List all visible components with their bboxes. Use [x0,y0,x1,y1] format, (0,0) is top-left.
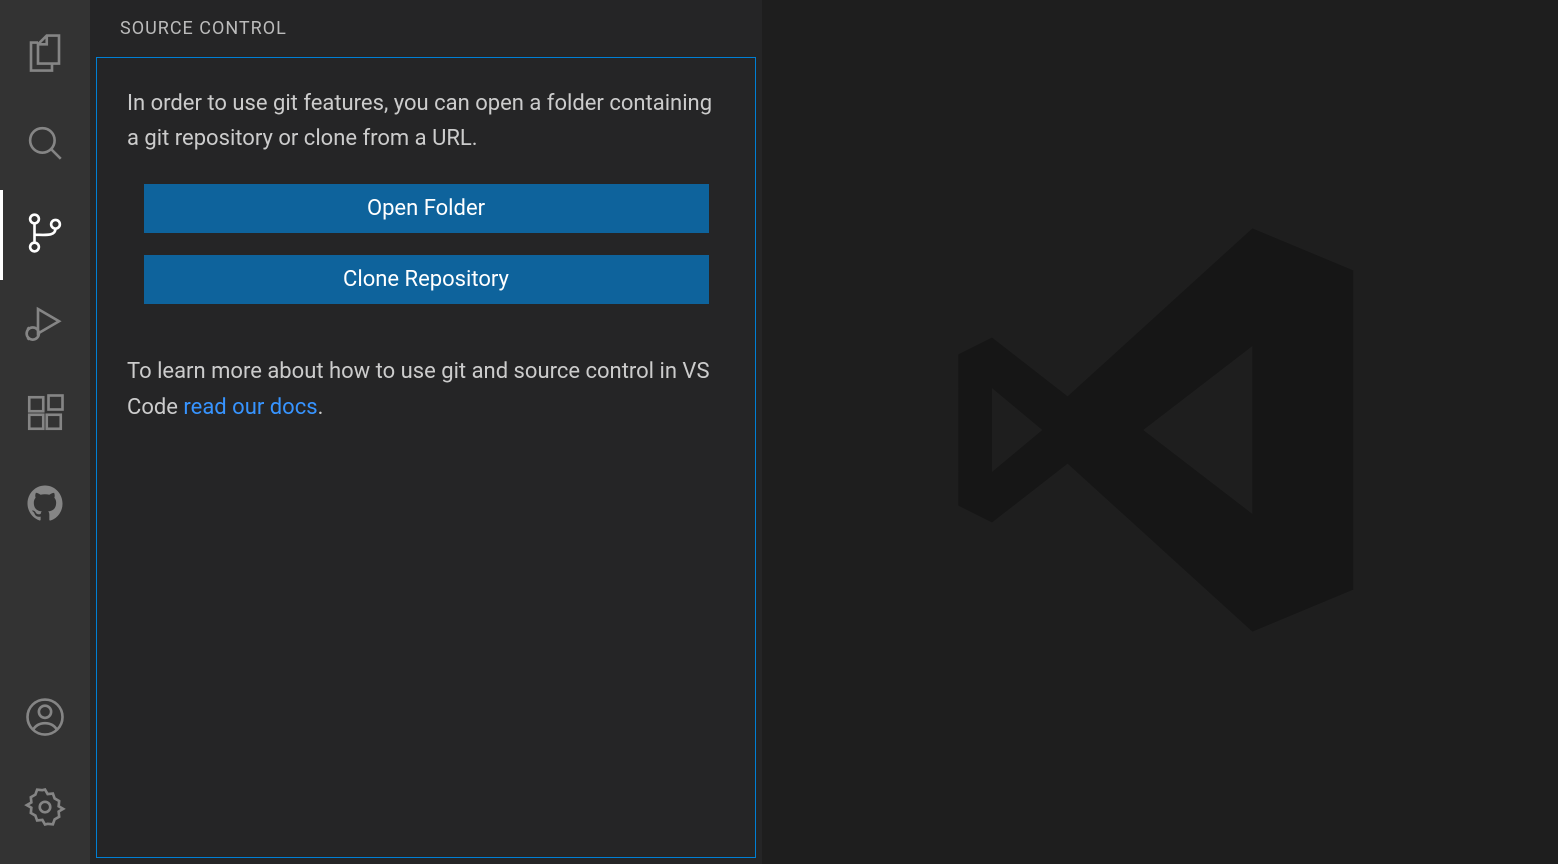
source-control-tab[interactable] [0,190,90,280]
run-debug-tab[interactable] [0,280,90,370]
learn-more-suffix: . [318,395,324,420]
accounts-tab[interactable] [0,674,90,764]
account-icon [24,696,66,742]
source-control-sidebar: SOURCE CONTROL In order to use git featu… [90,0,762,864]
extensions-icon [24,392,66,438]
source-control-icon [24,212,66,258]
sidebar-title: SOURCE CONTROL [90,0,762,57]
search-tab[interactable] [0,100,90,190]
learn-more-text: To learn more about how to use git and s… [127,354,725,424]
settings-tab[interactable] [0,764,90,854]
search-icon [24,122,66,168]
clone-repository-button[interactable]: Clone Repository [144,255,709,304]
explorer-tab[interactable] [0,10,90,100]
extensions-tab[interactable] [0,370,90,460]
source-control-panel: In order to use git features, you can op… [96,57,756,858]
github-icon [24,482,66,528]
editor-area [762,0,1558,864]
activity-bar [0,0,90,864]
gear-icon [24,786,66,832]
github-tab[interactable] [0,460,90,550]
debug-icon [24,302,66,348]
vscode-logo-watermark [950,220,1370,644]
intro-text: In order to use git features, you can op… [127,86,725,156]
open-folder-button[interactable]: Open Folder [144,184,709,233]
files-icon [24,32,66,78]
read-our-docs-link[interactable]: read our docs [183,395,317,420]
